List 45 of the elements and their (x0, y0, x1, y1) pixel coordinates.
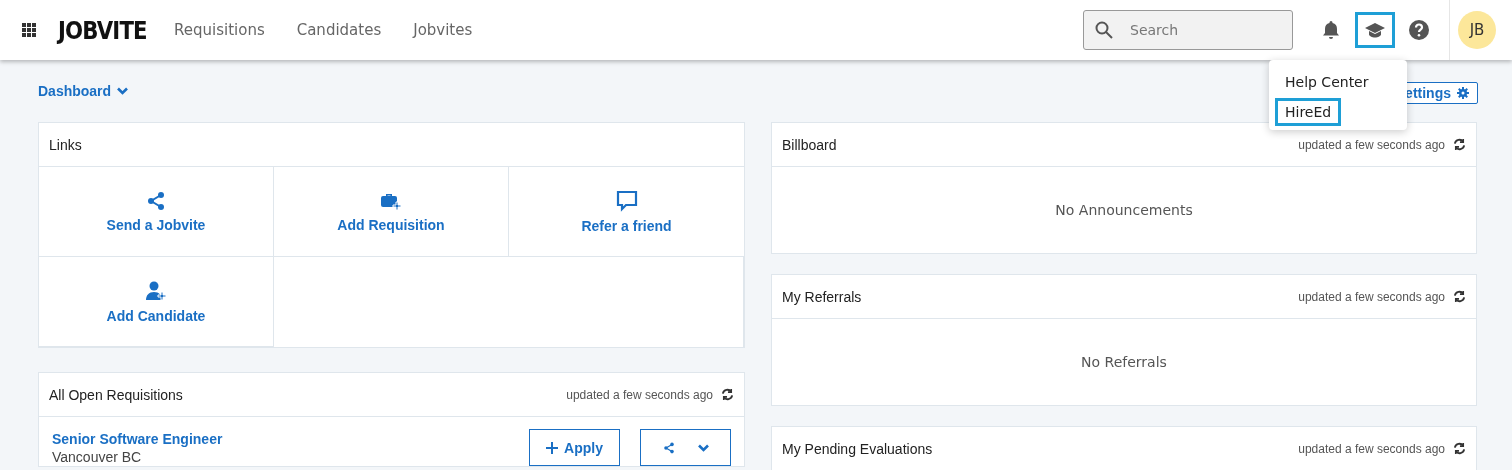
refresh-icon[interactable] (1453, 138, 1466, 151)
card-title: Links (49, 136, 83, 153)
menu-item[interactable]: HireEd (1275, 98, 1342, 126)
share-icon (146, 190, 166, 211)
quick-link[interactable]: Add Candidate (39, 257, 274, 347)
user-avatar[interactable]: JB (1458, 11, 1496, 49)
empty-message: No Referrals (1081, 354, 1167, 370)
empty-message: No Announcements (1055, 202, 1193, 218)
card-title: My Referrals (782, 288, 863, 305)
quick-link[interactable]: Refer a friend (509, 167, 744, 257)
plus-icon (546, 441, 559, 454)
updated-time: updated a few seconds ago (1298, 137, 1445, 152)
requisition-location: Vancouver BC (52, 448, 143, 465)
requisition-link[interactable]: Senior Software Engineer (52, 430, 529, 447)
share-menu-button[interactable] (640, 429, 731, 466)
quick-link[interactable]: Send a Jobvite (39, 167, 274, 257)
nav-link[interactable]: Jobvites (413, 21, 473, 39)
add-person-icon (145, 279, 167, 302)
menu-item[interactable]: Help Center (1275, 68, 1379, 96)
search-icon (1095, 21, 1113, 39)
chevron-down-icon (697, 443, 709, 452)
nav-link[interactable]: Candidates (296, 21, 382, 39)
graduation-cap-icon (1365, 22, 1385, 38)
card-title: My Pending Evaluations (782, 440, 934, 457)
dashboard-menu[interactable]: Dashboard (38, 83, 129, 99)
refresh-icon[interactable] (1453, 290, 1466, 303)
updated-time: updated a few seconds ago (566, 387, 713, 402)
apply-button[interactable]: Apply (529, 429, 620, 466)
chevron-down-icon (117, 87, 129, 95)
gear-icon (1457, 87, 1469, 99)
nav-link[interactable]: Requisitions (174, 21, 265, 39)
apps-grid-icon[interactable] (22, 23, 36, 37)
quick-link[interactable]: Add Requisition (274, 167, 509, 257)
share-icon (662, 441, 675, 454)
bell-icon (1322, 20, 1340, 40)
refresh-icon[interactable] (1453, 442, 1466, 455)
card-title: Billboard (782, 136, 838, 153)
speech-bubble-icon (615, 189, 638, 212)
learning-button[interactable] (1355, 12, 1395, 48)
search-field[interactable]: Search (1083, 10, 1293, 50)
updated-time: updated a few seconds ago (1298, 289, 1445, 304)
updated-time: updated a few seconds ago (1298, 441, 1445, 456)
refresh-icon[interactable] (721, 388, 734, 401)
card-title: All Open Requisitions (49, 386, 184, 403)
help-icon (1409, 20, 1429, 40)
